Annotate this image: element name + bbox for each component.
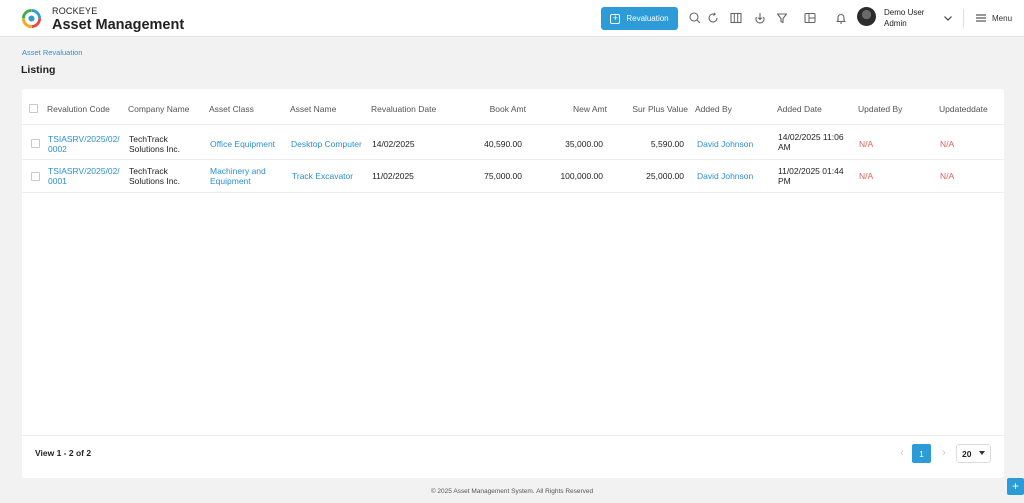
- revaluation-date-cell: 14/02/2025: [372, 139, 415, 149]
- row-checkbox[interactable]: [31, 139, 40, 148]
- page-size-value: 20: [962, 448, 972, 459]
- caret-down-icon: [979, 451, 985, 455]
- added-date-line-1: 14/02/2025 11:06: [778, 132, 844, 142]
- company-line-2: Solutions Inc.: [129, 144, 181, 154]
- company-line-1: TechTrack: [129, 166, 168, 176]
- bell-icon[interactable]: [834, 11, 848, 25]
- asset-class-link[interactable]: Office Equipment: [210, 139, 275, 149]
- layout-icon[interactable]: [803, 11, 817, 25]
- updated-by-cell: N/A: [859, 171, 874, 181]
- avatar[interactable]: [857, 7, 876, 26]
- next-page-icon[interactable]: ›: [938, 446, 950, 460]
- columns-icon[interactable]: [729, 11, 743, 25]
- added-by-link[interactable]: David Johnson: [697, 139, 753, 149]
- added-date-line-2: AM: [778, 142, 791, 152]
- col-added-date[interactable]: Added Date: [777, 104, 822, 114]
- company-name-cell: TechTrack Solutions Inc.: [129, 166, 180, 186]
- add-fab-button[interactable]: +: [1007, 478, 1024, 495]
- view-count: View 1 - 2 of 2: [35, 448, 92, 458]
- asset-class-link[interactable]: Machinery and Equipment: [210, 166, 266, 186]
- brand: ROCKEYE Asset Management: [52, 6, 184, 33]
- asset-name-link[interactable]: Desktop Computer: [291, 139, 362, 149]
- added-by-link[interactable]: David Johnson: [697, 171, 753, 181]
- app-title: Asset Management: [52, 17, 185, 33]
- menu-label[interactable]: Menu: [992, 14, 1012, 23]
- listing-card: Revalution Code Company Name Asset Class…: [22, 89, 1004, 478]
- code-line-2: 0001: [48, 176, 67, 186]
- added-date-line-1: 11/02/2025 01:44: [778, 166, 844, 176]
- asset-class-line-1: Machinery and: [210, 166, 266, 176]
- refresh-icon[interactable]: [706, 11, 720, 25]
- search-icon[interactable]: [688, 11, 702, 25]
- hamburger-menu-icon[interactable]: [975, 12, 987, 24]
- table-row[interactable]: TSIASRV/2025/02/ 0001 TechTrack Solution…: [22, 160, 1004, 193]
- code-line-1: TSIASRV/2025/02/: [48, 166, 120, 176]
- add-revaluation-button[interactable]: + Revaluation: [601, 7, 678, 30]
- plus-icon: +: [610, 13, 621, 24]
- table-row[interactable]: TSIASRV/2025/02/ 0002 TechTrack Solution…: [22, 127, 1004, 160]
- updated-date-cell: N/A: [940, 171, 955, 181]
- footer-copyright: © 2025 Asset Management System. All Righ…: [430, 488, 594, 495]
- asset-class-line-2: Equipment: [210, 176, 251, 186]
- revaluation-code-link[interactable]: TSIASRV/2025/02/ 0001: [48, 166, 120, 186]
- added-date-cell: 11/02/2025 01:44 PM: [778, 166, 844, 186]
- col-book-amt[interactable]: Book Amt: [452, 104, 526, 114]
- user-name[interactable]: Demo User: [884, 8, 924, 17]
- brand-top-text: ROCKEYE: [52, 6, 98, 16]
- download-icon[interactable]: [753, 11, 767, 25]
- user-role: Admin: [884, 19, 907, 28]
- code-line-1: TSIASRV/2025/02/: [48, 134, 120, 144]
- col-new-amt[interactable]: New Amt: [533, 104, 607, 114]
- updated-date-cell: N/A: [940, 139, 955, 149]
- col-updateddate[interactable]: Updateddate: [939, 104, 988, 114]
- book-amt-cell: 40,590.00: [484, 139, 522, 149]
- company-name-cell: TechTrack Solutions Inc.: [129, 134, 180, 154]
- asset-name-link[interactable]: Track Excavator: [292, 171, 353, 181]
- filter-icon[interactable]: [775, 11, 789, 25]
- col-surplus-value[interactable]: Sur Plus Value: [614, 104, 688, 114]
- prev-page-icon[interactable]: ‹: [896, 446, 908, 460]
- added-date-line-2: PM: [778, 176, 791, 186]
- page-title: Listing: [21, 64, 56, 76]
- revaluation-date-cell: 11/02/2025: [372, 171, 414, 181]
- new-amt-cell: 35,000.00: [565, 139, 603, 149]
- col-asset-class[interactable]: Asset Class: [209, 104, 254, 114]
- select-all-checkbox[interactable]: [29, 104, 38, 113]
- updated-by-cell: N/A: [859, 139, 874, 149]
- col-revalution-code[interactable]: Revalution Code: [47, 104, 110, 114]
- row-checkbox[interactable]: [31, 172, 40, 181]
- company-line-1: TechTrack: [129, 134, 168, 144]
- revaluation-code-link[interactable]: TSIASRV/2025/02/ 0002: [48, 134, 120, 154]
- col-revaluation-date[interactable]: Revaluation Date: [371, 104, 436, 114]
- col-company-name[interactable]: Company Name: [128, 104, 189, 114]
- book-amt-cell: 75,000.00: [484, 171, 522, 181]
- new-amt-cell: 100,000.00: [560, 171, 603, 181]
- col-asset-name[interactable]: Asset Name: [290, 104, 336, 114]
- top-bar: ROCKEYE Asset Management + Revaluation D…: [0, 0, 1024, 37]
- table-header: Revalution Code Company Name Asset Class…: [22, 89, 1004, 125]
- page-size-select[interactable]: 20: [956, 444, 991, 463]
- page-1-button[interactable]: 1: [912, 444, 931, 463]
- add-revaluation-label: Revaluation: [626, 14, 669, 23]
- col-added-by[interactable]: Added By: [695, 104, 732, 114]
- chevron-down-icon[interactable]: [942, 12, 954, 24]
- surplus-value-cell: 25,000.00: [646, 171, 684, 181]
- header-divider: [963, 9, 964, 28]
- rockeye-logo-icon[interactable]: [21, 8, 42, 29]
- surplus-value-cell: 5,590.00: [650, 139, 684, 149]
- asset-class-line-1: Office Equipment: [210, 139, 276, 149]
- added-date-cell: 14/02/2025 11:06 AM: [778, 132, 844, 152]
- card-footer-divider: [22, 435, 1004, 436]
- company-line-2: Solutions Inc.: [129, 176, 181, 186]
- code-line-2: 0002: [48, 144, 67, 154]
- col-updated-by[interactable]: Updated By: [858, 104, 902, 114]
- breadcrumb[interactable]: Asset Revaluation: [22, 48, 82, 57]
